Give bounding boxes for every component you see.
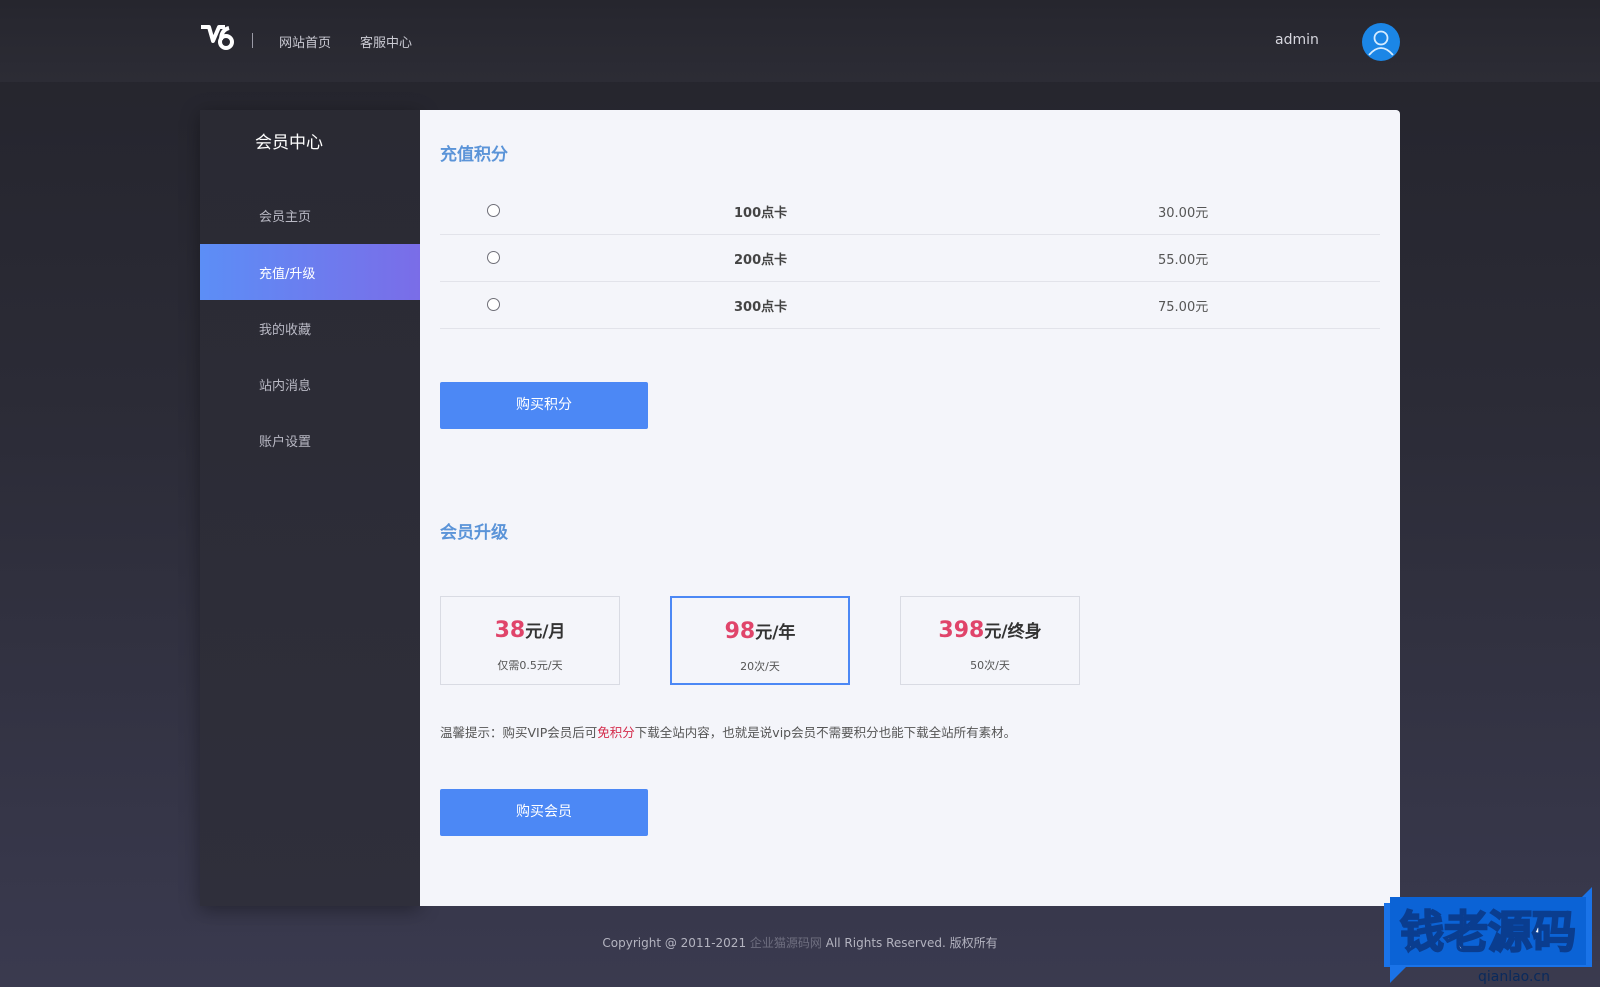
upgrade-title: 会员升级	[440, 523, 508, 543]
points-radio[interactable]	[487, 251, 500, 264]
username[interactable]: admin	[1275, 32, 1319, 48]
buy-vip-button[interactable]: 购买会员	[440, 789, 648, 836]
plan-unit: 元/月	[525, 622, 566, 642]
svg-text:qianlao.cn: qianlao.cn	[1478, 969, 1550, 985]
tip-highlight: 免积分	[597, 725, 635, 740]
plan-card-monthly[interactable]: 38元/月 仅需0.5元/天	[440, 596, 620, 685]
user-avatar-icon[interactable]	[1362, 23, 1400, 61]
points-name: 300点卡	[734, 300, 788, 315]
top-navbar: 网站首页 客服中心 admin	[0, 0, 1600, 82]
sidebar-item-messages[interactable]: 站内消息	[200, 356, 420, 412]
sidebar-item-home[interactable]: 会员主页	[200, 187, 420, 243]
sidebar-item-recharge[interactable]: 充值/升级	[200, 244, 420, 300]
points-radio[interactable]	[487, 204, 500, 217]
plan-price: 98元/年	[724, 619, 796, 644]
plan-desc: 50次/天	[970, 659, 1010, 672]
sidebar-item-label: 账户设置	[259, 435, 312, 450]
recharge-title: 充值积分	[440, 145, 508, 165]
main-content: 充值积分 100点卡 30.00元 200点卡 55.00元 300点卡 75.…	[420, 110, 1400, 906]
points-name: 200点卡	[734, 253, 788, 268]
plan-unit: 元/终身	[984, 622, 1042, 642]
points-price: 75.00元	[1158, 300, 1209, 315]
nav-home-link[interactable]: 网站首页	[279, 32, 331, 51]
sidebar-title: 会员中心	[255, 133, 323, 153]
watermark-logo: 钱老源码 qianlao.cn	[1384, 887, 1592, 985]
footer-site-link[interactable]: 企业猫源码网	[750, 936, 822, 950]
svg-text:钱老源码: 钱老源码	[1400, 907, 1576, 958]
logo-divider	[252, 33, 253, 48]
points-price: 55.00元	[1158, 253, 1209, 268]
plan-price: 38元/月	[494, 618, 566, 643]
sidebar-item-favorites[interactable]: 我的收藏	[200, 300, 420, 356]
sidebar-item-label: 我的收藏	[259, 323, 312, 338]
v6-logo[interactable]	[199, 24, 235, 52]
plan-price: 398元/终身	[938, 618, 1042, 643]
points-option-row[interactable]: 300点卡 75.00元	[440, 282, 1380, 329]
sidebar-item-label: 会员主页	[259, 210, 312, 225]
points-option-row[interactable]: 100点卡 30.00元	[440, 188, 1380, 235]
member-sidebar: 会员中心 会员主页 充值/升级 我的收藏 站内消息 账户设置	[200, 110, 420, 906]
plan-card-lifetime[interactable]: 398元/终身 50次/天	[900, 596, 1080, 685]
points-option-row[interactable]: 200点卡 55.00元	[440, 235, 1380, 282]
plan-desc: 20次/天	[740, 660, 780, 673]
buy-points-button[interactable]: 购买积分	[440, 382, 648, 429]
sidebar-item-label: 充值/升级	[259, 267, 316, 282]
plan-card-yearly[interactable]: 98元/年 20次/天	[670, 596, 850, 685]
points-name: 100点卡	[734, 206, 788, 221]
vip-tip-text: 温馨提示：购买VIP会员后可免积分下载全站内容，也就是说vip会员不需要积分也能…	[440, 725, 1017, 740]
footer-copyright: Copyright @ 2011-2021 企业猫源码网 All Rights …	[602, 936, 998, 950]
nav-service-link[interactable]: 客服中心	[360, 32, 412, 51]
sidebar-item-settings[interactable]: 账户设置	[200, 412, 420, 468]
sidebar-item-label: 站内消息	[259, 379, 312, 394]
plan-unit: 元/年	[755, 623, 796, 643]
plan-desc: 仅需0.5元/天	[497, 659, 563, 672]
points-price: 30.00元	[1158, 206, 1209, 221]
points-radio[interactable]	[487, 298, 500, 311]
